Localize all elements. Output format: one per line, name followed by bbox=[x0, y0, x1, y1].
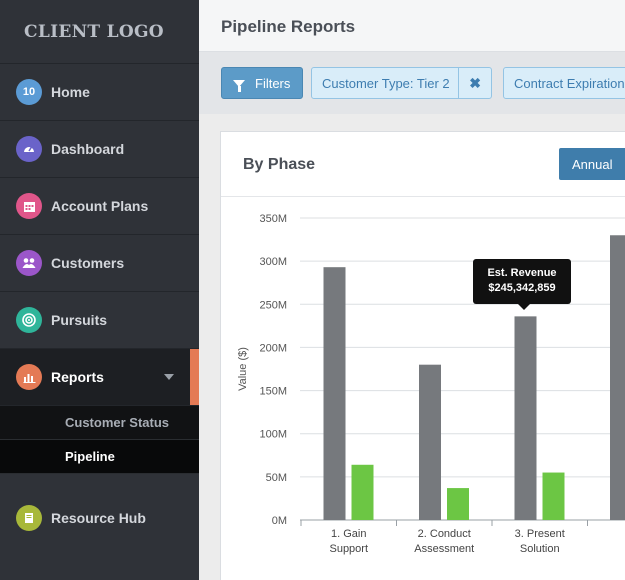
bar bbox=[419, 364, 441, 520]
bar bbox=[447, 488, 469, 520]
x-tick-label: Support bbox=[329, 543, 368, 555]
bar bbox=[542, 472, 565, 520]
y-tick-label: 50M bbox=[266, 472, 287, 484]
x-tick-label: 3. Present bbox=[515, 528, 565, 540]
x-tick-label: Solution bbox=[520, 543, 560, 555]
y-axis-label: Value ($) bbox=[237, 347, 249, 391]
x-tick-label: Assessment bbox=[414, 543, 474, 555]
y-tick-label: 100M bbox=[259, 429, 287, 441]
bar bbox=[351, 464, 374, 520]
chart-tooltip: Est. Revenue $245,342,859 bbox=[473, 259, 571, 310]
y-tick-label: 350M bbox=[259, 213, 287, 225]
y-tick-label: 300M bbox=[259, 256, 287, 268]
tooltip-title: Est. Revenue bbox=[487, 267, 557, 279]
bar bbox=[610, 235, 625, 520]
y-tick-label: 200M bbox=[259, 342, 287, 354]
x-tick-label: 1. Gain bbox=[331, 528, 366, 540]
y-tick-label: 150M bbox=[259, 386, 287, 398]
bar bbox=[514, 316, 537, 520]
tooltip-value: $245,342,859 bbox=[488, 282, 556, 294]
x-tick-label: 2. Conduct bbox=[418, 528, 471, 540]
y-tick-label: 250M bbox=[259, 299, 287, 311]
bar bbox=[323, 267, 346, 520]
y-tick-label: 0M bbox=[272, 515, 287, 527]
